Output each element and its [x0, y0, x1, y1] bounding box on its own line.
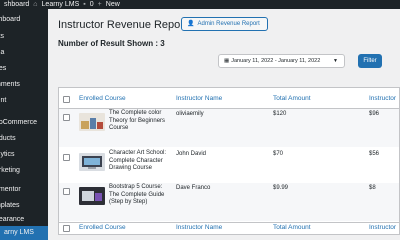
revenue-table: Enrolled Course Instructor Name Total Am… [58, 87, 400, 235]
course-thumbnail [79, 153, 105, 171]
sidebar-item-posts[interactable]: sts [0, 30, 48, 44]
select-all-checkbox-footer[interactable] [63, 225, 70, 232]
instructor-amount: $8 [369, 185, 376, 191]
home-icon: ⌂ [33, 1, 38, 8]
footer-header-course[interactable]: Enrolled Course [79, 224, 126, 231]
course-thumbnail [79, 187, 105, 205]
new-link[interactable]: New [106, 0, 120, 9]
instructor-name: oliviaemily [176, 111, 204, 117]
column-header-instructor-share[interactable]: Instructor [369, 95, 396, 102]
sidebar-item-learny-lms[interactable]: ■ arny LMS [0, 226, 48, 240]
total-amount: $120 [273, 111, 287, 117]
user-icon: 👤 [187, 21, 195, 27]
sidebar-item-comments[interactable]: mments [0, 78, 48, 92]
calendar-icon: ▦ [224, 58, 230, 64]
column-header-instructor[interactable]: Instructor Name [176, 95, 222, 102]
total-amount: $9.99 [273, 185, 289, 191]
date-range-picker[interactable]: ▦ January 11, 2022 - January 11, 2022 ▼ [218, 54, 345, 68]
sidebar-item-elementor[interactable]: ementor [0, 183, 48, 197]
table-row: The Complete color Theory for Beginners … [59, 109, 399, 147]
row-checkbox[interactable] [63, 188, 70, 195]
dashboard-link[interactable]: shboard [4, 0, 29, 9]
sidebar-item-appearance[interactable]: pearance [0, 213, 48, 227]
column-header-course[interactable]: Enrolled Course [79, 95, 126, 102]
course-title[interactable]: The Complete color Theory for Beginners … [109, 110, 173, 133]
footer-header-instructor-share[interactable]: Instructor [369, 224, 396, 231]
main-content: Instructor Revenue Report 👤 Admin Revenue… [48, 9, 400, 240]
row-checkbox[interactable] [63, 154, 70, 161]
footer-divider [59, 222, 399, 223]
sidebar-item-woocommerce[interactable]: ooCommerce [0, 116, 48, 130]
sidebar-item-products[interactable]: oducts [0, 132, 48, 146]
total-amount: $70 [273, 151, 284, 157]
footer-header-total[interactable]: Total Amount [273, 224, 311, 231]
instructor-amount: $96 [369, 111, 380, 117]
table-row: Bootstrap 5 Course: The Complete Guide (… [59, 183, 399, 221]
admin-revenue-report-button[interactable]: 👤 Admin Revenue Report [181, 17, 268, 31]
plus-icon: + [97, 1, 102, 8]
row-checkbox[interactable] [63, 114, 70, 121]
column-header-total[interactable]: Total Amount [273, 95, 311, 102]
admin-bar: shboard ⌂ Learny LMS ▪ 0 + New [0, 0, 400, 9]
sidebar-item-client[interactable]: ient [0, 94, 48, 108]
course-title[interactable]: Character Art School: Complete Character… [109, 150, 173, 173]
result-count: Number of Result Shown : 3 [58, 39, 165, 48]
instructor-name: John David [176, 151, 207, 157]
instructor-amount: $56 [369, 151, 380, 157]
site-name-link[interactable]: Learny LMS [42, 0, 80, 9]
sidebar-item-media[interactable]: dia [0, 46, 48, 60]
table-row: Character Art School: Complete Character… [59, 149, 399, 187]
comment-count: 0 [89, 1, 94, 8]
sidebar-item-dashboard[interactable]: shboard [0, 13, 48, 27]
sidebar-item-pages[interactable]: ges [0, 62, 48, 76]
sidebar-item-templates[interactable]: mplates [0, 199, 48, 213]
filter-button[interactable]: Filter [358, 54, 382, 68]
footer-header-instructor[interactable]: Instructor Name [176, 224, 222, 231]
comment-icon[interactable]: ▪ [83, 0, 85, 9]
course-thumbnail [79, 113, 105, 131]
select-all-checkbox[interactable] [63, 96, 70, 103]
instructor-name: Dave Franco [176, 185, 211, 191]
chevron-down-icon: ▼ [333, 58, 338, 64]
sidebar-item-marketing[interactable]: arketing [0, 164, 48, 178]
admin-sidebar: shboard sts dia ges mments ient ooCommer… [0, 9, 48, 240]
course-title[interactable]: Bootstrap 5 Course: The Complete Guide (… [109, 184, 173, 207]
page-title: Instructor Revenue Report [58, 19, 188, 31]
sidebar-item-analytics[interactable]: alytics [0, 148, 48, 162]
